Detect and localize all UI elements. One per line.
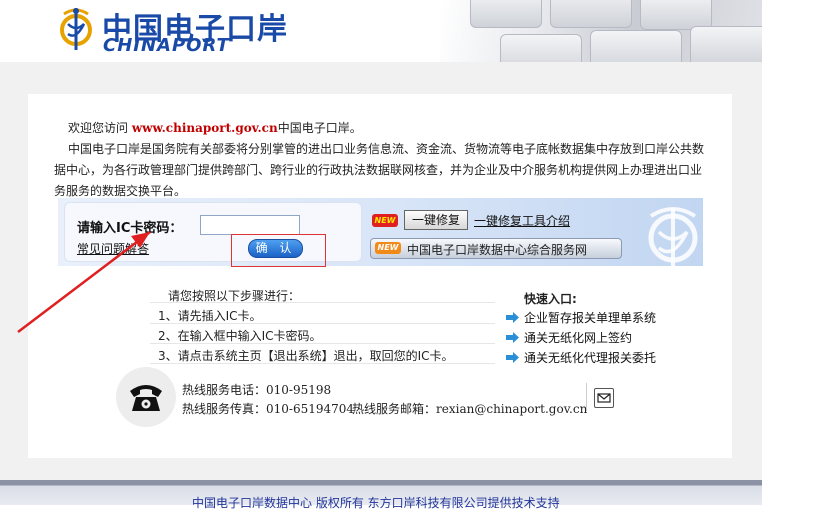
service-network-button[interactable]: NEW 中国电子口岸数据中心综合服务网 [370,238,622,259]
one-click-repair-button[interactable]: 一键修复 [404,210,468,230]
hotline-fax: 热线服务传真：010-65194704 [182,400,354,417]
quick-entry-label: 企业暂存报关单理单系统 [524,311,657,325]
service-new-badge: NEW [375,242,401,254]
quick-entry-title: 快速入口: [524,292,577,306]
welcome-prefix: 欢迎您访问 [68,121,129,135]
step-item: 3、请点击系统主页【退出系统】退出，取回您的IC卡。 [158,349,454,363]
logo-english-text: CHINAPORT [103,35,230,56]
arrow-right-icon [506,312,519,323]
divider [586,383,587,411]
hotline-phone-label: 热线服务电话： [182,383,267,397]
quick-entry-item[interactable]: 企业暂存报关单理单系统 [506,309,656,326]
quick-entry-item[interactable]: 通关无纸化网上签约 [506,329,632,346]
ic-card-password-input[interactable] [200,215,300,235]
login-box: 请输入IC卡密码： 常见问题解答 确 认 [64,202,362,267]
phone-icon-background [116,367,176,427]
chinaport-emblem-icon [60,8,92,50]
divider [150,363,495,364]
login-area: 请输入IC卡密码： 常见问题解答 确 认 NEW 一键修复 一键修复工具介绍 N… [58,198,703,267]
telephone-icon [130,385,162,411]
header: 中国电子口岸 CHINAPORT [0,0,762,62]
hotline-fax-label: 热线服务传真： [182,402,267,416]
service-network-label: 中国电子口岸数据中心综合服务网 [407,243,588,257]
hotline-phone-value: 010-95198 [266,383,332,397]
hotline-email-value[interactable]: rexian@chinaport.gov.cn [436,402,587,416]
watermark-emblem-icon [648,207,698,266]
hotline-email: 热线服务邮箱：rexian@chinaport.gov.cn [352,400,587,417]
envelope-icon [597,393,611,403]
site-url[interactable]: www.chinaport.gov.cn [132,121,278,135]
divider [150,323,495,324]
arrow-right-icon [506,332,519,343]
mail-icon[interactable] [594,388,614,408]
repair-tool-intro-link[interactable]: 一键修复工具介绍 [474,212,570,229]
password-label: 请输入IC卡密码： [77,221,183,236]
divider [150,302,495,303]
arrow-right-icon [506,352,519,363]
new-badge: NEW [372,214,398,227]
hotline-phone: 热线服务电话：010-95198 [182,381,331,398]
welcome-line: 欢迎您访问 www.chinaport.gov.cn中国电子口岸。 [54,118,704,139]
step-item: 2、在输入框中输入IC卡密码。 [158,329,322,343]
intro-description: 中国电子口岸是国务院有关部委将分别掌管的进出口业务信息流、资金流、货物流等电子底… [54,142,705,198]
keyboard-decoration [440,0,762,62]
faq-link[interactable]: 常见问题解答 [77,240,149,257]
welcome-suffix: 中国电子口岸。 [277,121,362,135]
step-item: 1、请先插入IC卡。 [158,309,262,323]
hotline-fax-value: 010-65194704 [266,402,355,416]
quick-entry-label: 通关无纸化网上签约 [524,331,633,345]
confirm-button[interactable]: 确 认 [248,239,303,258]
quick-entry-item[interactable]: 通关无纸化代理报关委托 [506,349,656,366]
quick-entry-label: 通关无纸化代理报关委托 [524,351,657,365]
footer-copyright: 中国电子口岸数据中心 版权所有 东方口岸科技有限公司提供技术支持 [192,496,560,510]
hotline-email-label: 热线服务邮箱： [352,402,437,416]
intro-text: 欢迎您访问 www.chinaport.gov.cn中国电子口岸。 中国电子口岸… [54,118,704,202]
divider [150,343,495,344]
